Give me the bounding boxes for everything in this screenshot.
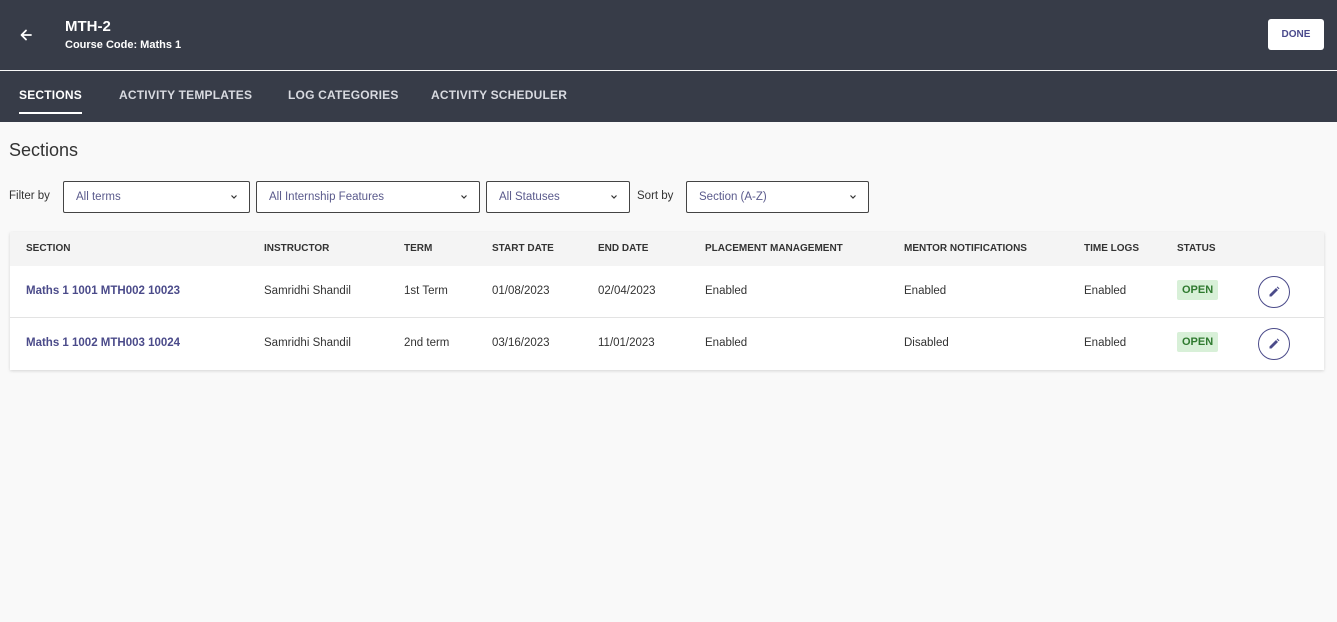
- top-header: MTH-2 Course Code: Maths 1 DONE: [0, 0, 1337, 70]
- course-code: Course Code: Maths 1: [65, 39, 182, 51]
- placement-cell: Enabled: [705, 337, 748, 349]
- edit-section-button[interactable]: [1258, 276, 1290, 308]
- column-header-term: TERM: [404, 243, 433, 254]
- placement-cell: Enabled: [705, 285, 748, 297]
- table-row: Maths 1 1002 MTH003 10024 Samridhi Shand…: [10, 318, 1324, 370]
- mentor-cell: Enabled: [904, 285, 947, 297]
- column-header-section: SECTION: [26, 243, 71, 254]
- tab-sections[interactable]: SECTIONS: [19, 88, 82, 122]
- time-logs-cell: Enabled: [1084, 337, 1127, 349]
- tab-activity-scheduler[interactable]: ACTIVITY SCHEDULER: [431, 88, 567, 122]
- sort-select[interactable]: Section (A-Z): [686, 181, 869, 213]
- column-header-instructor: INSTRUCTOR: [264, 243, 330, 254]
- chevron-down-icon: [231, 195, 237, 199]
- end-date-cell: 11/01/2023: [598, 337, 655, 349]
- sort-by-label: Sort by: [637, 190, 674, 202]
- column-header-placement-management: PLACEMENT MANAGEMENT: [705, 243, 843, 254]
- chevron-down-icon: [611, 195, 617, 199]
- pencil-icon: [1269, 338, 1280, 349]
- filter-by-label: Filter by: [9, 190, 50, 202]
- column-header-start-date: START DATE: [492, 243, 554, 254]
- statuses-select-value: All Statuses: [499, 191, 560, 203]
- back-button[interactable]: [14, 23, 38, 47]
- page-title: Sections: [9, 140, 79, 160]
- sort-select-value: Section (A-Z): [699, 191, 767, 203]
- column-header-time-logs: TIME LOGS: [1084, 243, 1139, 254]
- done-button[interactable]: DONE: [1268, 19, 1324, 50]
- terms-select[interactable]: All terms: [63, 181, 250, 213]
- table-header: SECTION INSTRUCTOR TERM START DATE END D…: [10, 232, 1324, 266]
- end-date-cell: 02/04/2023: [598, 285, 656, 297]
- term-cell: 2nd term: [404, 337, 450, 349]
- column-header-end-date: END DATE: [598, 243, 649, 254]
- course-title: MTH-2: [65, 18, 111, 35]
- chevron-down-icon: [850, 195, 856, 199]
- time-logs-cell: Enabled: [1084, 285, 1127, 297]
- sections-table: SECTION INSTRUCTOR TERM START DATE END D…: [10, 232, 1324, 370]
- start-date-cell: 03/16/2023: [492, 337, 550, 349]
- tab-bar: SECTIONS ACTIVITY TEMPLATES LOG CATEGORI…: [0, 71, 1337, 122]
- column-header-mentor-notifications: MENTOR NOTIFICATIONS: [904, 243, 1027, 254]
- mentor-cell: Disabled: [904, 337, 949, 349]
- features-select[interactable]: All Internship Features: [256, 181, 480, 213]
- chevron-down-icon: [461, 195, 467, 199]
- status-badge: OPEN: [1177, 332, 1219, 352]
- instructor-cell: Samridhi Shandil: [264, 337, 351, 349]
- features-select-value: All Internship Features: [269, 191, 385, 203]
- section-link[interactable]: Maths 1 1002 MTH003 10024: [26, 337, 180, 349]
- tab-activity-templates[interactable]: ACTIVITY TEMPLATES: [119, 88, 252, 122]
- start-date-cell: 01/08/2023: [492, 285, 550, 297]
- pencil-icon: [1269, 286, 1280, 297]
- term-cell: 1st Term: [404, 285, 448, 297]
- section-link[interactable]: Maths 1 1001 MTH002 10023: [26, 285, 180, 297]
- tab-log-categories[interactable]: LOG CATEGORIES: [288, 88, 399, 122]
- arrow-left-icon: [20, 29, 32, 41]
- instructor-cell: Samridhi Shandil: [264, 285, 351, 297]
- column-header-status: STATUS: [1177, 243, 1216, 254]
- edit-section-button[interactable]: [1258, 328, 1290, 360]
- terms-select-value: All terms: [76, 191, 121, 203]
- table-row: Maths 1 1001 MTH002 10023 Samridhi Shand…: [10, 266, 1324, 318]
- status-badge: OPEN: [1177, 280, 1219, 300]
- statuses-select[interactable]: All Statuses: [486, 181, 630, 213]
